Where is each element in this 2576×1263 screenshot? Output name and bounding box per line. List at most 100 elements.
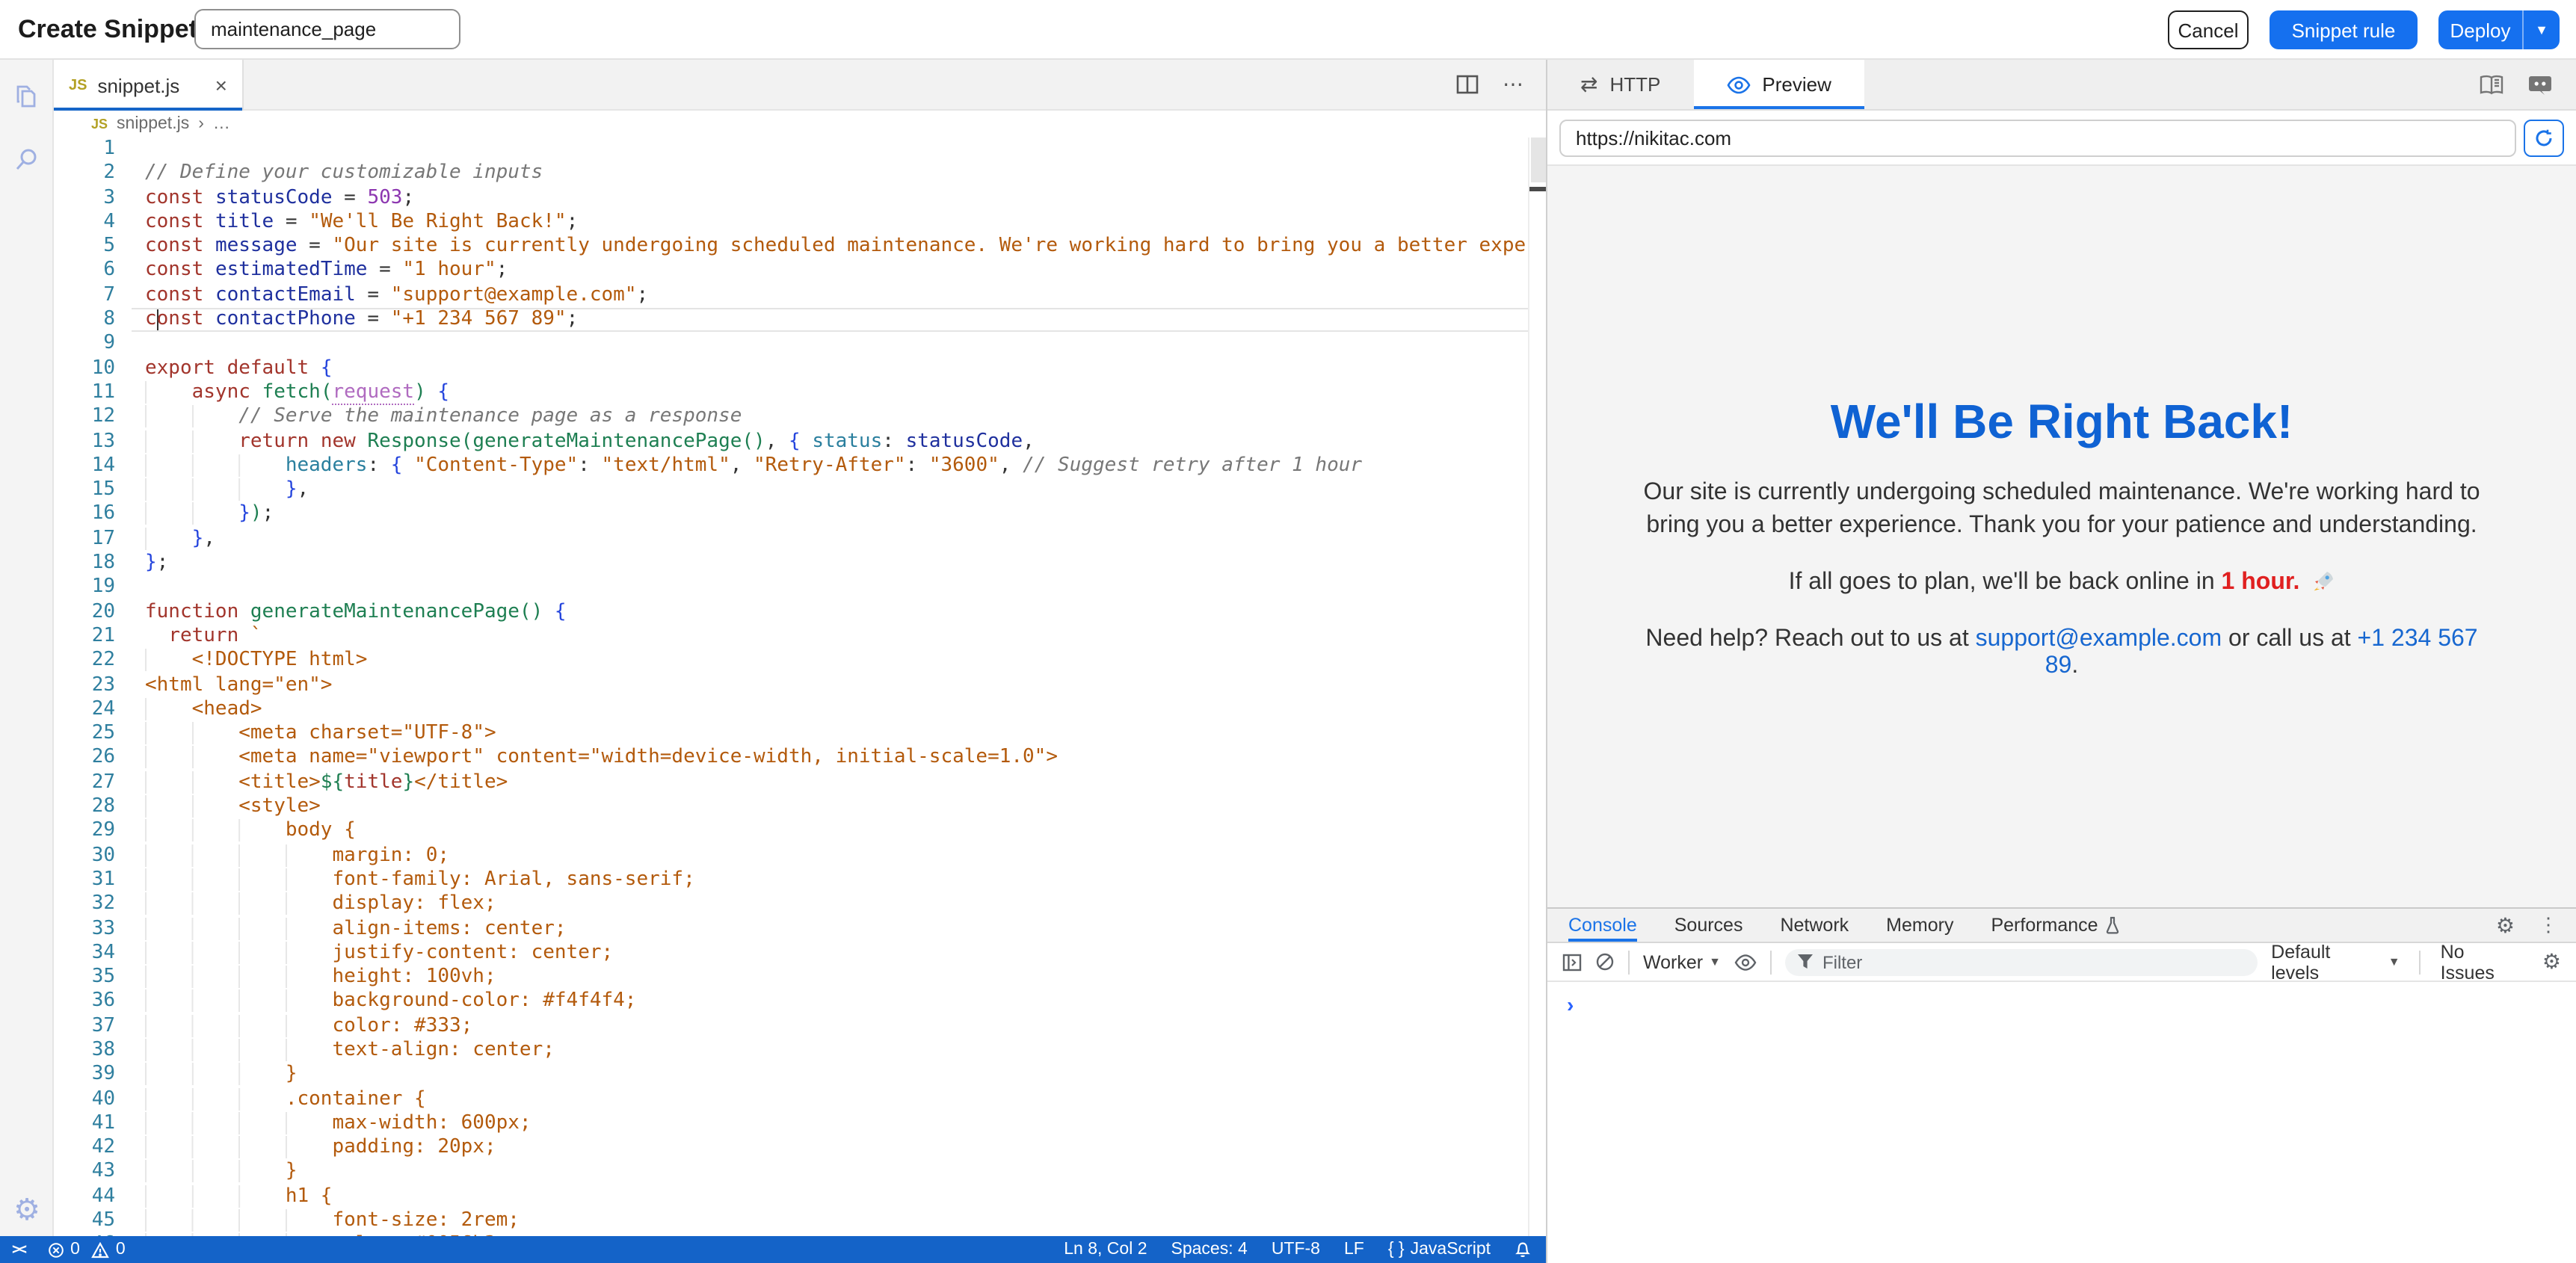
execution-context-selector[interactable]: Worker ▼ [1643,951,1721,972]
code-line[interactable]: 29 body { [54,820,1528,844]
code-line[interactable]: 34 justify-content: center; [54,942,1528,966]
editor-scrollbar[interactable] [1528,138,1546,1236]
support-email-link[interactable]: support@example.com [1976,626,2222,651]
devtools-tab-sources[interactable]: Sources [1674,909,1743,942]
tab-snippet-js[interactable]: JS snippet.js × [54,60,244,111]
code-line[interactable]: 28 <style> [54,795,1528,820]
deploy-dropdown-caret[interactable]: ▼ [2522,10,2560,49]
tab-preview[interactable]: Preview [1693,60,1864,109]
docs-book-icon[interactable] [2479,74,2504,95]
bell-icon[interactable] [1515,1241,1531,1259]
code-line[interactable]: 22 <!DOCTYPE html> [54,649,1528,673]
code-line[interactable]: 31 font-family: Arial, sans-serif; [54,868,1528,893]
code-line[interactable]: 2// Define your customizable inputs [54,162,1528,187]
remote-icon[interactable]: >< [12,1241,24,1258]
code-line[interactable]: 23<html lang="en"> [54,673,1528,698]
code-line[interactable]: 10export default { [54,356,1528,381]
snippet-rule-button[interactable]: Snippet rule [2270,10,2418,49]
problems-indicator[interactable]: 0 0 [48,1241,126,1259]
code-line[interactable]: 6const estimatedTime = "1 hour"; [54,259,1528,284]
language-mode[interactable]: { } JavaScript [1388,1241,1491,1259]
code-line[interactable]: 3const statusCode = 503; [54,186,1528,211]
code-line[interactable]: 21 return ` [54,625,1528,649]
code-line[interactable]: 12 // Serve the maintenance page as a re… [54,406,1528,430]
code-line[interactable]: 37 color: #333; [54,1014,1528,1039]
code-line[interactable]: 20function generateMaintenancePage() { [54,600,1528,625]
code-line[interactable]: 13 return new Response(generateMaintenan… [54,430,1528,454]
code-line[interactable]: 18}; [54,552,1528,576]
split-editor-icon[interactable] [1456,75,1479,94]
settings-gear-icon[interactable]: ⚙ [0,1184,54,1235]
log-levels-dropdown[interactable]: Default levels ▼ [2271,941,2400,983]
error-icon [48,1241,64,1258]
code-line[interactable]: 8const contactPhone = "+1 234 567 89"; [54,308,1528,333]
more-actions-icon[interactable]: ⋯ [1503,72,1525,97]
close-icon[interactable]: × [215,73,227,97]
code-line[interactable]: 44 h1 { [54,1185,1528,1210]
code-line[interactable]: 45 font-size: 2rem; [54,1209,1528,1234]
code-line[interactable]: 26 <meta name="viewport" content="width=… [54,747,1528,771]
eol-setting[interactable]: LF [1344,1241,1364,1259]
breadcrumb[interactable]: JS snippet.js › … [54,111,1546,138]
line-number: 32 [54,892,115,917]
code-editor[interactable]: 12// Define your customizable inputs3con… [54,138,1528,1236]
devtools-tab-network[interactable]: Network [1780,909,1849,942]
indentation-setting[interactable]: Spaces: 4 [1171,1241,1248,1259]
code-line[interactable]: 5const message = "Our site is currently … [54,235,1528,259]
encoding-setting[interactable]: UTF-8 [1272,1241,1320,1259]
indent-guide [145,406,238,428]
code-line[interactable]: 4const title = "We'll Be Right Back!"; [54,211,1528,235]
devtools-tab-console[interactable]: Console [1568,909,1637,942]
code-line[interactable]: 16 }); [54,503,1528,528]
code-line[interactable]: 38 text-align: center; [54,1039,1528,1063]
code-line[interactable]: 7const contactEmail = "support@example.c… [54,284,1528,309]
code-line[interactable]: 30 margin: 0; [54,844,1528,868]
clear-console-icon[interactable] [1595,952,1615,972]
filter-input[interactable] [1822,951,2211,972]
console-settings-gear-icon[interactable]: ⚙ [2542,949,2561,975]
code-line[interactable]: 39 } [54,1063,1528,1088]
code-line[interactable]: 40 .container { [54,1087,1528,1112]
code-line[interactable]: 24 <head> [54,698,1528,723]
devtools-tab-performance[interactable]: Performance [1991,909,2120,942]
live-expression-eye-icon[interactable] [1734,953,1757,971]
code-line[interactable]: 41 max-width: 600px; [54,1112,1528,1137]
code-line[interactable]: 25 <meta charset="UTF-8"> [54,722,1528,747]
code-line[interactable]: 17 }, [54,528,1528,552]
code-line[interactable]: 32 display: flex; [54,892,1528,917]
deploy-button[interactable]: Deploy [2438,10,2522,49]
tab-http[interactable]: ⇄ HTTP [1547,60,1693,109]
console-output[interactable]: › [1547,982,2576,1263]
cursor-position[interactable]: Ln 8, Col 2 [1064,1241,1147,1259]
cancel-button[interactable]: Cancel [2168,10,2249,49]
devtools-settings-gear-icon[interactable]: ⚙ [2496,912,2515,938]
discord-icon[interactable] [2528,74,2552,95]
code-line[interactable]: 19 [54,576,1528,601]
copy-icon[interactable] [0,72,54,123]
indent-guide [145,917,332,939]
search-icon[interactable] [0,135,54,185]
code-line[interactable]: 35 height: 100vh; [54,966,1528,990]
code-line[interactable]: 11 async fetch(request) { [54,381,1528,406]
code-line[interactable]: 1 [54,138,1528,162]
toggle-console-sidebar-icon[interactable] [1562,953,1582,971]
code-line[interactable]: 43 } [54,1161,1528,1185]
code-line[interactable]: 42 padding: 20px; [54,1136,1528,1161]
devtools-tab-bar: Console Sources Network Memory Performan… [1547,907,2576,943]
preview-url-input[interactable] [1559,120,2516,157]
snippet-name-input[interactable] [194,9,460,49]
code-line[interactable]: 36 background-color: #f4f4f4; [54,990,1528,1015]
maintenance-contact: Need help? Reach out to us at support@ex… [1639,626,2484,679]
scrollbar-thumb[interactable] [1531,138,1546,182]
devtools-tab-memory[interactable]: Memory [1886,909,1953,942]
code-line[interactable]: 27 <title>${title}</title> [54,771,1528,795]
code-line[interactable]: 33 align-items: center; [54,917,1528,942]
code-line[interactable]: 15 }, [54,478,1528,503]
breadcrumb-file: snippet.js [117,115,189,133]
code-line[interactable]: 9 [54,333,1528,357]
indent-guide [145,868,332,891]
issues-counter[interactable]: No Issues [2441,941,2523,983]
kebab-icon[interactable]: ⋮ [2539,913,2558,937]
code-line[interactable]: 14 headers: { "Content-Type": "text/html… [54,454,1528,479]
refresh-button[interactable] [2524,120,2564,157]
